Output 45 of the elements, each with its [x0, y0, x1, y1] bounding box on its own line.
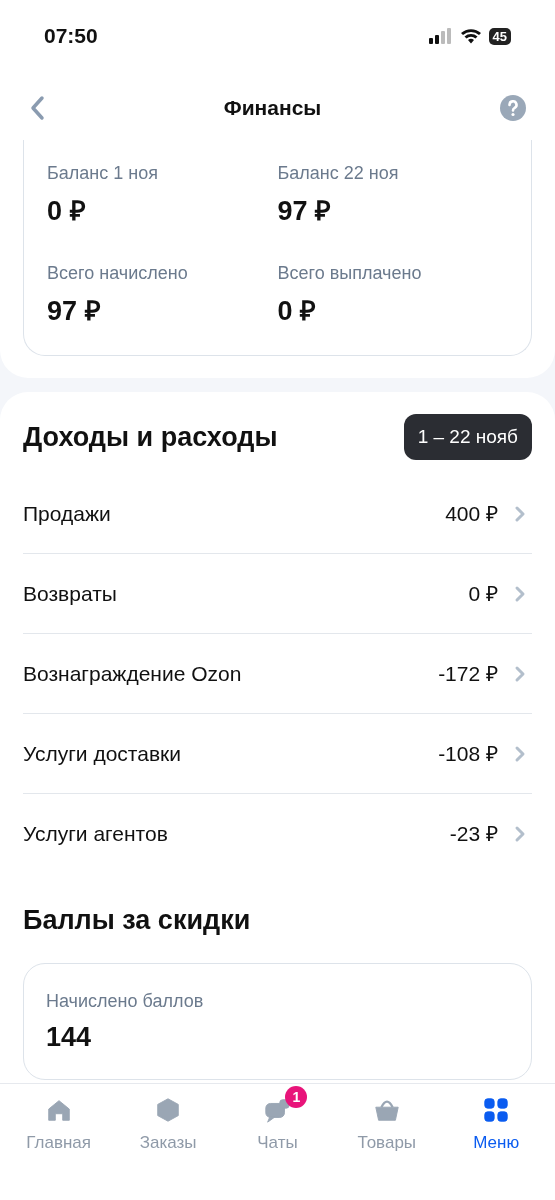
- chevron-icon: [514, 744, 526, 763]
- row-amount: 400 ₽: [445, 500, 498, 527]
- balance-value: 97 ₽: [277, 195, 333, 228]
- row-label: Вознаграждение Ozon: [23, 660, 243, 687]
- chat-icon: [263, 1096, 292, 1124]
- row-amount: -23 ₽: [449, 821, 498, 848]
- row-label: Продажи: [23, 500, 112, 527]
- grid-icon: [482, 1096, 511, 1124]
- row-label: Услуги доставки: [23, 740, 182, 767]
- row-label: Услуги агентов: [23, 821, 169, 848]
- tab-bar-item[interactable]: Меню: [446, 1086, 547, 1166]
- row-amount: -172 ₽: [438, 660, 498, 687]
- balance-value: 0 ₽: [47, 195, 87, 228]
- points-label: Начислено баллов: [46, 989, 205, 1013]
- help-icon[interactable]: [499, 94, 527, 122]
- finance-row[interactable]: Услуги агентов -23 ₽: [23, 794, 532, 874]
- balance-label: Всего выплачено: [277, 261, 423, 285]
- row-label: Возвраты: [23, 580, 118, 607]
- balance-label: Баланс 1 ноя: [47, 162, 159, 185]
- balance-value: 97 ₽: [47, 294, 102, 328]
- balance-label: Баланс 22 ноя: [277, 162, 400, 185]
- unread-badge: 1: [285, 1086, 308, 1108]
- page-title: Финансы: [223, 95, 322, 122]
- signal-icon: [428, 28, 453, 44]
- period-button[interactable]: 1 – 22 нояб: [403, 414, 532, 460]
- chevron-icon: [514, 584, 526, 603]
- points-value: 144: [46, 1020, 93, 1054]
- battery-indicator: 45: [488, 27, 511, 45]
- balance-label: Всего начислено: [47, 261, 189, 285]
- wifi-icon: [459, 28, 482, 44]
- section-heading: Доходы и расходы: [23, 420, 278, 454]
- section-heading: Баллы за скидки: [23, 904, 252, 937]
- finance-row[interactable]: Продажи 400 ₽: [23, 474, 532, 554]
- row-amount: -108 ₽: [438, 740, 498, 767]
- balance-value: 0 ₽: [277, 294, 318, 328]
- chevron-icon: [514, 825, 526, 843]
- tab-bar-item[interactable]: Чаты 1: [227, 1086, 328, 1166]
- finance-row[interactable]: Вознаграждение Ozon -172 ₽: [23, 634, 532, 714]
- chevron-icon: [514, 664, 526, 683]
- finance-row[interactable]: Возвраты 0 ₽: [23, 554, 532, 634]
- status-time: 07:50: [44, 23, 98, 50]
- finance-row[interactable]: Услуги доставки -108 ₽: [23, 714, 532, 794]
- back-icon[interactable]: [28, 95, 46, 121]
- row-amount: 0 ₽: [468, 580, 498, 607]
- chevron-icon: [514, 504, 526, 523]
